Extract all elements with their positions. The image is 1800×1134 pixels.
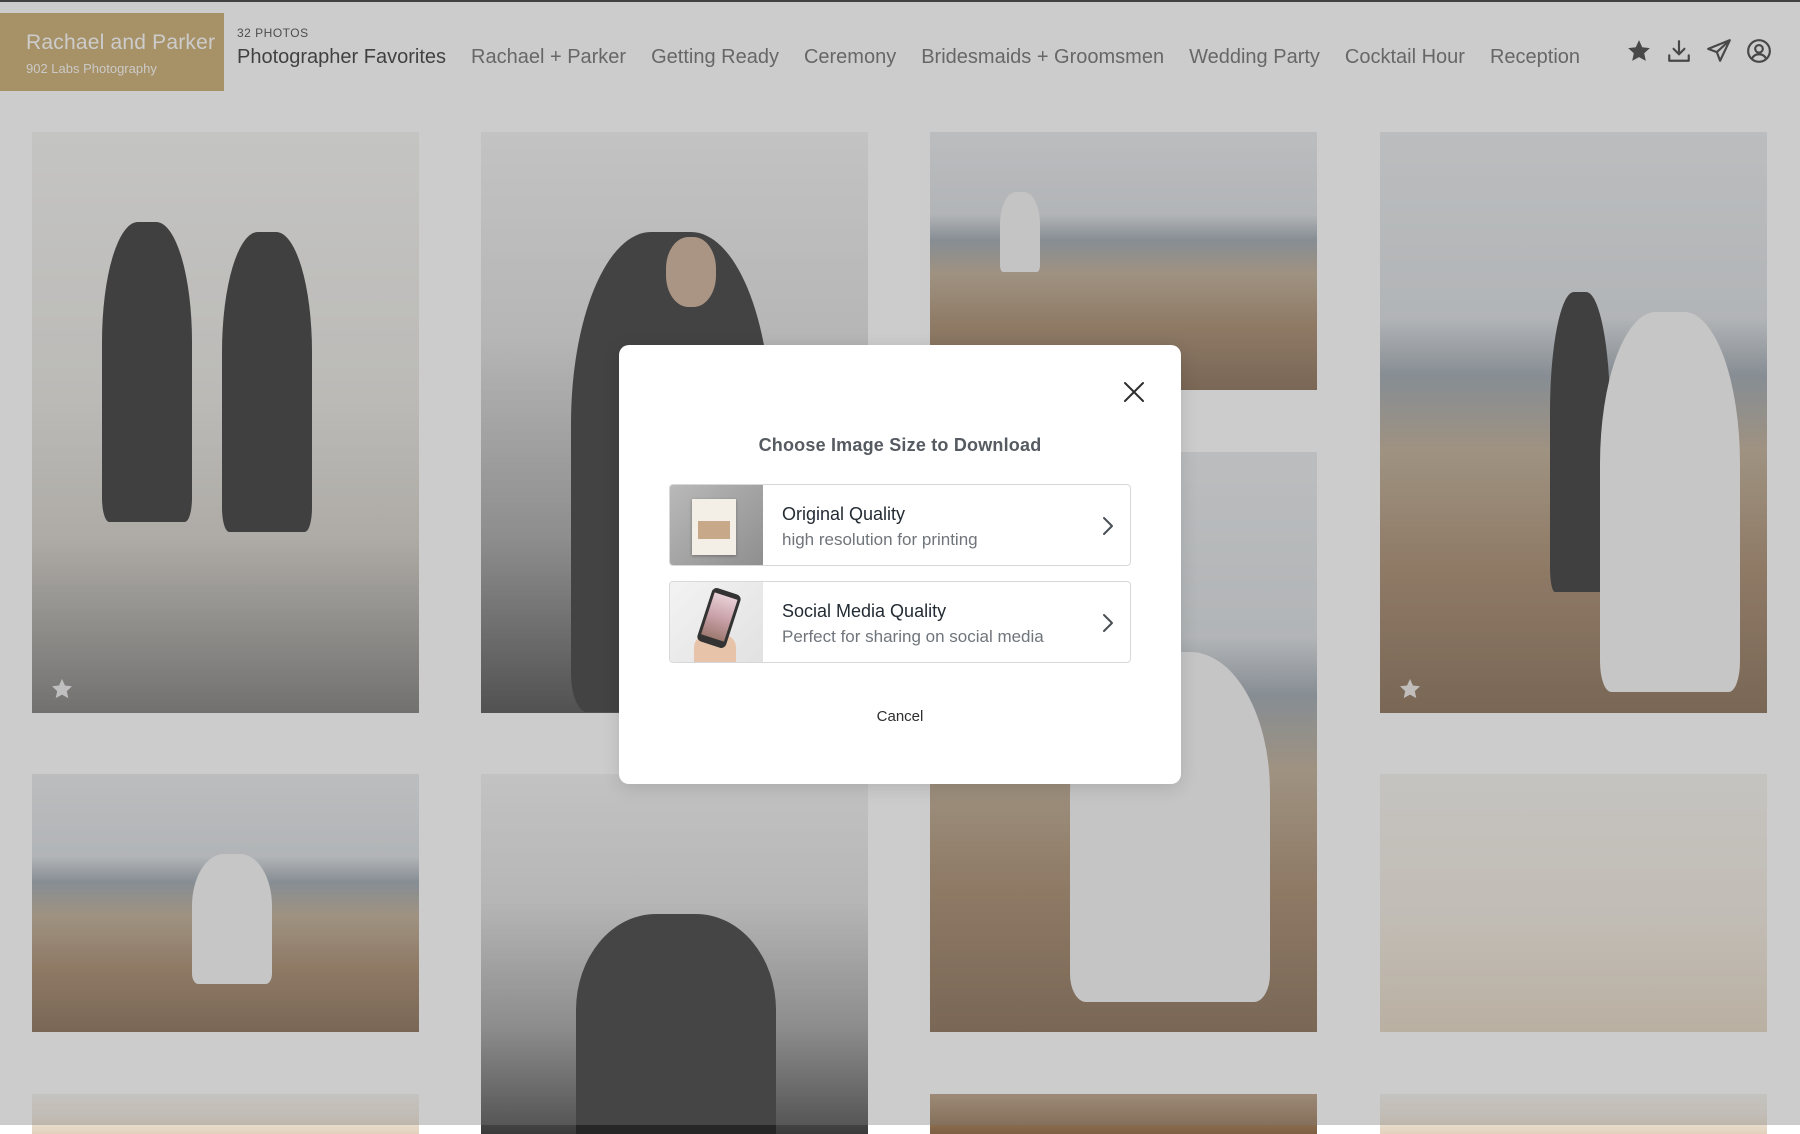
modal-title: Choose Image Size to Download xyxy=(758,435,1042,455)
social-media-quality-option[interactable]: Social Media Quality Perfect for sharing… xyxy=(669,581,1131,663)
download-size-modal: Choose Image Size to Download Original Q… xyxy=(619,345,1181,784)
original-quality-option[interactable]: Original Quality high resolution for pri… xyxy=(669,484,1131,566)
option-title: Original Quality xyxy=(782,504,906,524)
phone-thumbnail xyxy=(670,582,763,662)
option-subtitle: high resolution for printing xyxy=(782,530,978,549)
print-thumbnail xyxy=(670,485,763,565)
option-subtitle: Perfect for sharing on social media xyxy=(782,627,1044,646)
close-icon[interactable] xyxy=(1121,379,1147,405)
chevron-right-icon xyxy=(1103,614,1113,632)
chevron-right-icon xyxy=(1103,517,1113,535)
cancel-button[interactable]: Cancel xyxy=(619,708,1181,725)
option-title: Social Media Quality xyxy=(782,601,947,621)
